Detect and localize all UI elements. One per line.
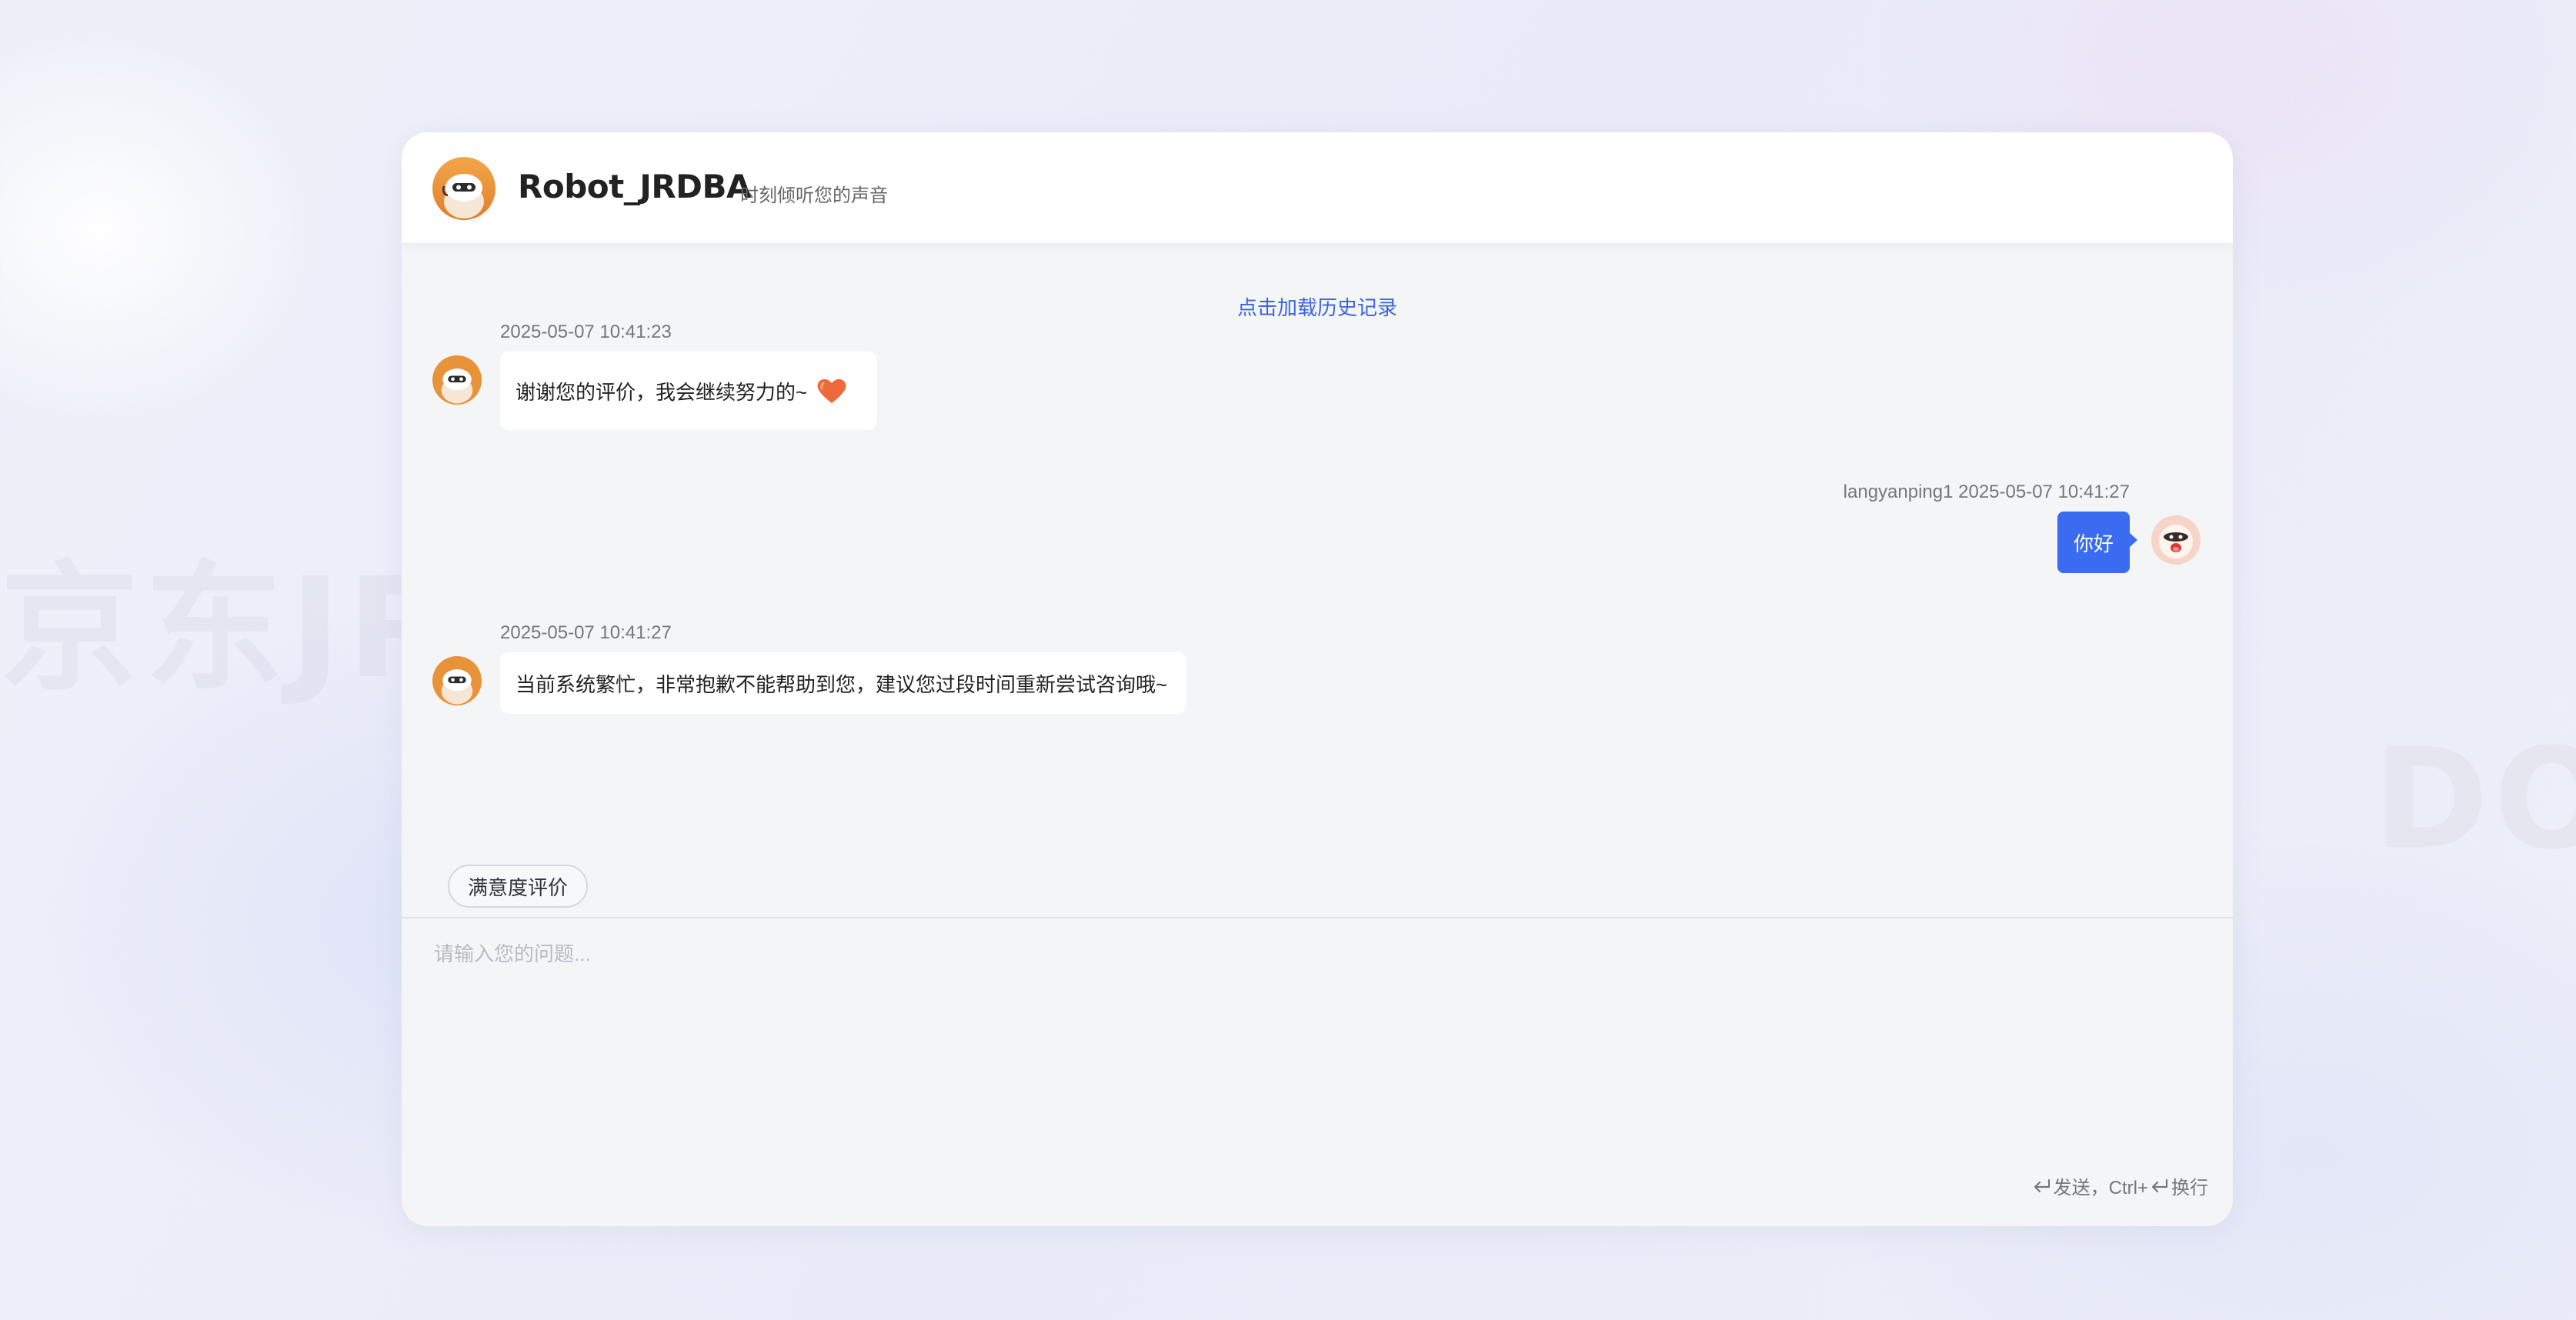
keyboard-hint: 发送，Ctrl+ 换行 [2032,1172,2208,1199]
watermark-right: DONG [2374,719,2576,880]
message-timestamp: langyanping1 2025-05-07 10:41:27 [1843,482,2130,502]
divider [402,917,2233,918]
message-timestamp: 2025-05-07 10:41:23 [500,322,672,342]
bot-message-bubble: 谢谢您的评价，我会继续努力的~ [500,352,877,430]
load-history-link[interactable]: 点击加载历史记录 [402,292,2233,321]
robot-avatar-icon [432,355,482,405]
enter-key-icon [2034,1178,2050,1192]
send-hint-text: 发送，Ctrl+ [2053,1178,2148,1198]
chat-panel: Robot_JRDBA 时刻倾听您的声音 点击加载历史记录 2025-05-07… [402,132,2233,1226]
robot-avatar-icon [432,157,496,220]
bot-message-bubble: 当前系统繁忙，非常抱歉不能帮助到您，建议您过段时间重新尝试咨询哦~ [500,652,1186,714]
page-subtitle: 时刻倾听您的声音 [740,185,888,206]
watermark-left: 京东JR [0,548,460,709]
question-input[interactable] [432,937,2205,1171]
message-text: 当前系统繁忙，非常抱歉不能帮助到您，建议您过段时间重新尝试咨询哦~ [516,672,1168,696]
message-text: 你好 [2073,532,2114,555]
robot-avatar-icon [432,656,482,705]
user-avatar-icon [2151,515,2201,565]
page-title: Robot_JRDBA [518,168,752,205]
enter-key-icon [2151,1178,2168,1192]
message-text: 谢谢您的评价，我会继续努力的~ [516,380,808,404]
user-message-bubble: 你好 [2057,512,2137,573]
message-timestamp: 2025-05-07 10:41:27 [500,622,672,643]
heart-icon [817,378,846,403]
chat-header: Robot_JRDBA 时刻倾听您的声音 [402,132,2233,243]
newline-hint-text: 换行 [2171,1178,2208,1198]
satisfaction-rating-button[interactable]: 满意度评价 [448,865,588,908]
